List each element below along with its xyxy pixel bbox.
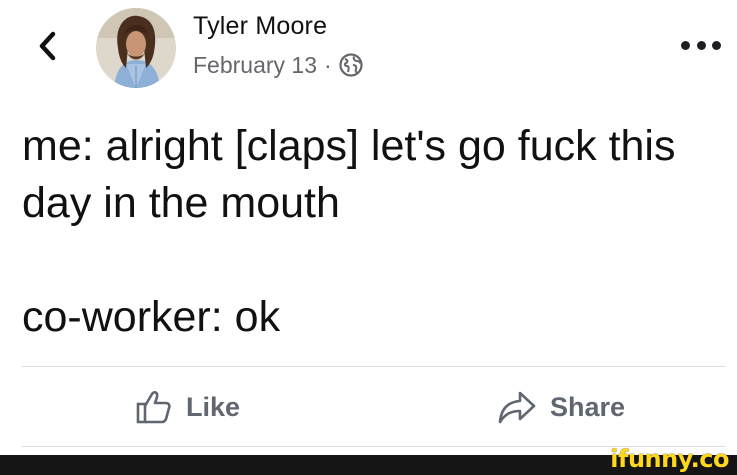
post-line-1: me: alright [claps] let's go fuck this bbox=[22, 122, 676, 170]
like-button[interactable]: Like bbox=[136, 384, 240, 430]
post-body: me: alright [claps] let's go fuck this d… bbox=[22, 118, 732, 346]
back-button[interactable] bbox=[33, 28, 61, 64]
divider-top bbox=[22, 366, 725, 367]
avatar[interactable] bbox=[96, 8, 176, 88]
thumbs-up-icon bbox=[136, 391, 171, 424]
more-options-button[interactable] bbox=[681, 34, 721, 56]
share-button[interactable]: Share bbox=[498, 384, 625, 430]
chevron-left-icon bbox=[39, 31, 56, 61]
post-meta: February 13 · bbox=[193, 50, 363, 80]
like-label: Like bbox=[186, 391, 241, 422]
more-dot bbox=[696, 40, 706, 50]
author-name[interactable]: Tyler Moore bbox=[193, 12, 327, 41]
post-line-3: co-worker: ok bbox=[22, 293, 281, 341]
globe-icon bbox=[339, 53, 363, 77]
share-label: Share bbox=[550, 391, 626, 422]
post-line-2: day in the mouth bbox=[22, 179, 340, 227]
more-dot bbox=[681, 40, 690, 50]
more-dot bbox=[712, 40, 721, 50]
share-arrow-icon bbox=[498, 391, 536, 424]
profile-photo bbox=[96, 8, 176, 88]
meta-separator: · bbox=[324, 51, 332, 78]
post-date[interactable]: February 13 bbox=[193, 52, 317, 79]
ifunny-watermark: ifunny.co bbox=[610, 445, 729, 473]
